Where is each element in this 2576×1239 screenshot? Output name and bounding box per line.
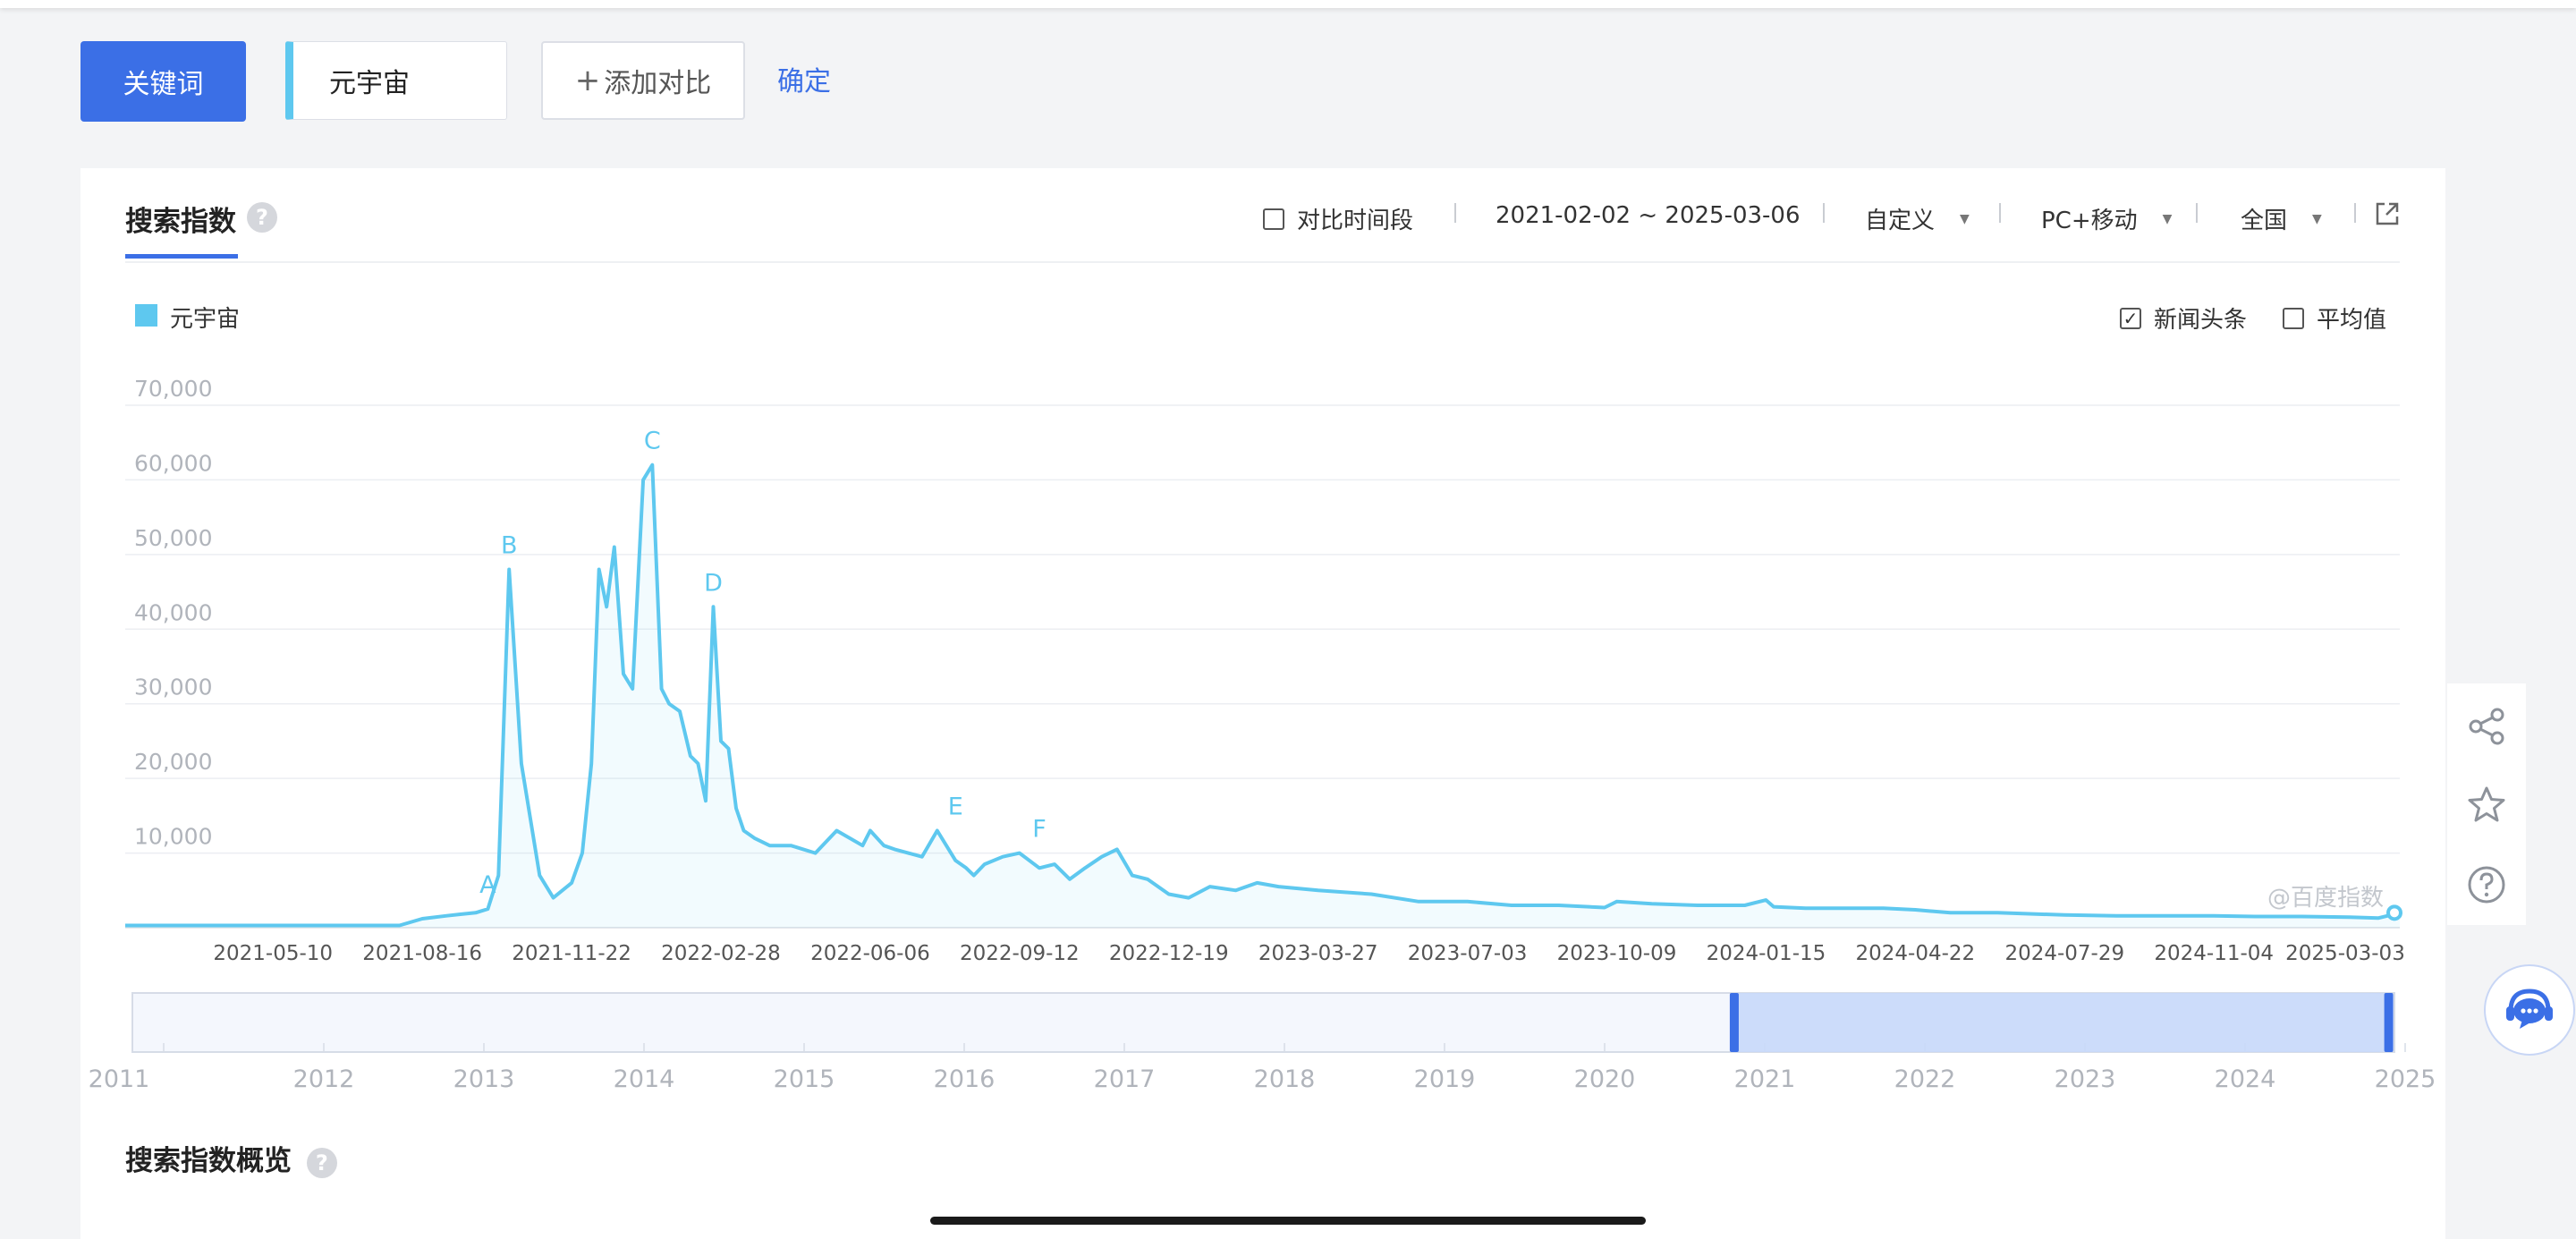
- search-index-chart: 70,000 60,000 50,000 40,000 30,000 20,000 10,0…: [89, 376, 2436, 1093]
- range-year-label: 2021: [1734, 1065, 1796, 1093]
- range-year-label: 2013: [453, 1065, 515, 1093]
- customer-service-icon: [2506, 989, 2553, 1029]
- x-tick-label: 2022-02-28: [661, 942, 781, 965]
- question-circle-icon[interactable]: [2466, 864, 2507, 905]
- x-tick-label: 2021-08-16: [362, 942, 482, 965]
- range-year-label: 2024: [2215, 1065, 2276, 1093]
- overview-title-label: 搜索指数概览: [125, 1145, 292, 1177]
- range-handle-right: [2384, 993, 2394, 1052]
- x-tick-label: 2023-10-09: [1557, 942, 1677, 965]
- range-year-label: 2014: [614, 1065, 675, 1093]
- y-tick-label: 40,000: [134, 599, 212, 625]
- annotation-label: F: [1032, 816, 1046, 844]
- annotation-label: C: [644, 428, 661, 455]
- range-year-label: 2018: [1254, 1065, 1316, 1093]
- x-tick-label: 2024-01-15: [1707, 942, 1826, 965]
- help-icon[interactable]: ?: [306, 1147, 337, 1178]
- range-year-label: 2016: [934, 1065, 996, 1093]
- annotation-label: A: [479, 871, 496, 899]
- range-handle-left: [1729, 993, 1739, 1052]
- annotation-label: E: [948, 793, 963, 821]
- y-tick-label: 10,000: [134, 824, 212, 850]
- range-year-label: 2025: [2375, 1065, 2436, 1093]
- x-tick-label: 2023-07-03: [1408, 942, 1528, 965]
- watermark-label: @百度指数: [2267, 885, 2384, 912]
- x-tick-label: 2023-03-27: [1258, 942, 1378, 965]
- x-tick-label: 2024-11-04: [2154, 942, 2274, 965]
- customer-service-button[interactable]: [2484, 964, 2575, 1056]
- range-year-label: 2015: [774, 1065, 835, 1093]
- x-tick-label: 2025-03-03: [2285, 942, 2405, 965]
- range-selection: [1733, 993, 2389, 1052]
- range-year-label: 2019: [1414, 1065, 1476, 1093]
- range-year-label: 2023: [2055, 1065, 2116, 1093]
- range-year-label: 2022: [1894, 1065, 1956, 1093]
- range-year-label: 2011: [89, 1065, 150, 1093]
- x-tick-label: 2021-05-10: [213, 942, 333, 965]
- x-tick-label: 2024-04-22: [1856, 942, 1976, 965]
- annotation-label: B: [501, 532, 518, 560]
- x-tick-label: 2022-12-19: [1109, 942, 1229, 965]
- y-tick-label: 60,000: [134, 450, 212, 476]
- y-tick-label: 20,000: [134, 749, 212, 775]
- series-area: [125, 464, 2400, 928]
- y-tick-label: 50,000: [134, 525, 212, 551]
- share-icon[interactable]: [2466, 706, 2507, 747]
- range-year-label: 2017: [1094, 1065, 1156, 1093]
- series-end-point: [2386, 904, 2402, 921]
- annotation-label: D: [704, 569, 723, 597]
- x-tick-label: 2024-07-29: [2004, 942, 2124, 965]
- x-tick-label: 2021-11-22: [512, 942, 631, 965]
- y-tick-label: 30,000: [134, 675, 212, 700]
- x-tick-label: 2022-09-12: [960, 942, 1080, 965]
- home-indicator: [930, 1217, 1646, 1225]
- star-icon[interactable]: [2466, 785, 2507, 826]
- overview-title: 搜索指数概览 ?: [125, 1138, 337, 1178]
- x-tick-label: 2022-06-06: [810, 942, 930, 965]
- range-year-label: 2012: [293, 1065, 355, 1093]
- y-tick-label: 70,000: [134, 376, 212, 402]
- series-line: [125, 463, 2401, 928]
- range-year-label: 2020: [1574, 1065, 1636, 1093]
